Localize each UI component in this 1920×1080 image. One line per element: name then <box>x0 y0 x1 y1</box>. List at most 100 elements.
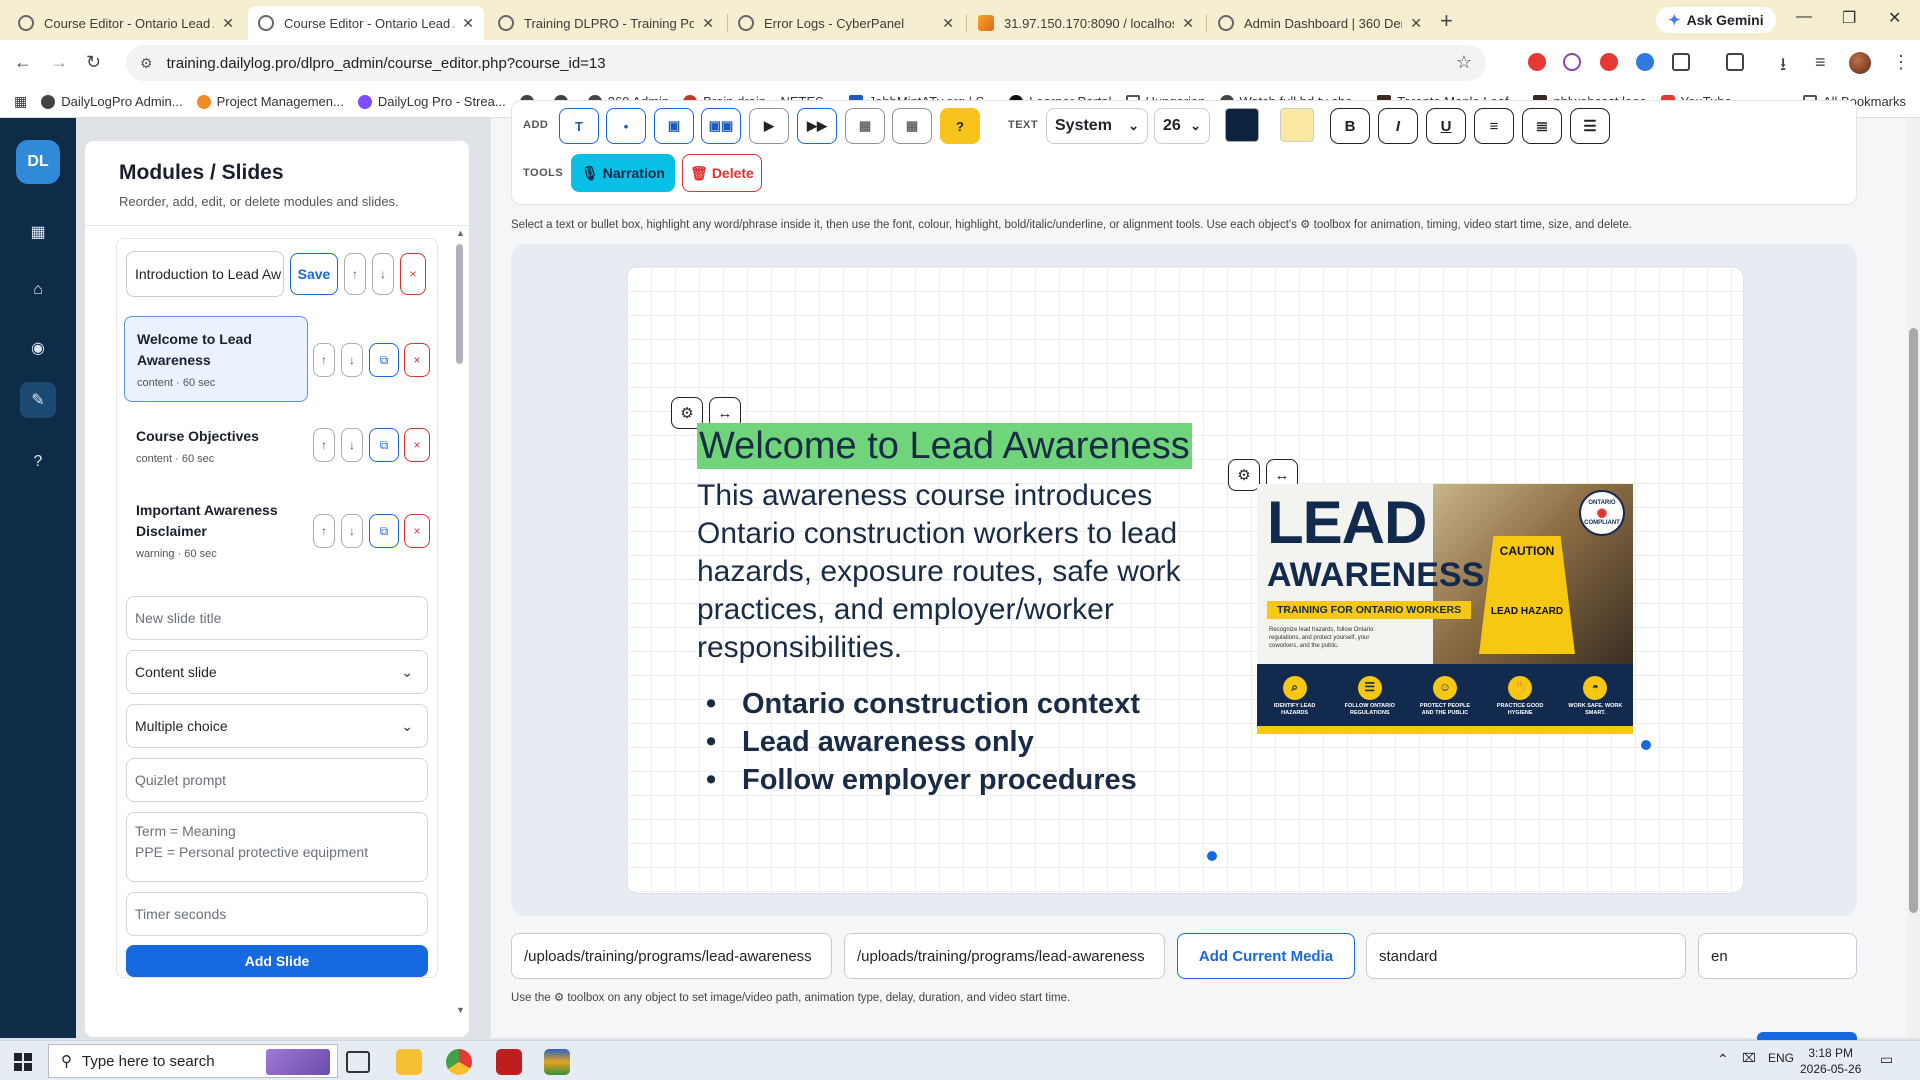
align-left-button[interactable]: ≡ <box>1474 108 1514 144</box>
quiz-type-select[interactable]: Multiple choice ⌄ <box>126 704 428 748</box>
windows-start-icon[interactable] <box>14 1053 32 1071</box>
add-slide-button[interactable]: Add Slide <box>126 945 428 977</box>
task-view-icon[interactable] <box>346 1051 370 1073</box>
address-bar[interactable]: ⚙ training.dailylog.pro/dlpro_admin/cour… <box>126 45 1486 81</box>
add-current-media-button[interactable]: Add Current Media <box>1177 933 1355 979</box>
italic-button[interactable]: I <box>1378 108 1418 144</box>
font-family-select[interactable]: System ⌄ <box>1046 108 1148 144</box>
slide-move-up-button[interactable]: ↑ <box>313 428 335 462</box>
font-size-select[interactable]: 26 ⌄ <box>1154 108 1210 144</box>
page-scrollbar[interactable] <box>1909 328 1918 913</box>
scroll-down-icon[interactable]: ▼ <box>456 1005 465 1015</box>
save-slide-button[interactable] <box>1757 1032 1857 1040</box>
highlight-color-picker[interactable] <box>1280 108 1314 142</box>
home-icon[interactable]: ⌂ <box>20 272 56 308</box>
mode-input[interactable]: standard <box>1366 933 1686 979</box>
download-icon[interactable]: ⭳ <box>1780 52 1786 82</box>
duplicate-icon[interactable]: ⧉ <box>369 514 399 548</box>
add-gallery-button[interactable]: ▣▣ <box>701 108 741 144</box>
close-icon[interactable]: ✕ <box>942 15 954 32</box>
notifications-icon[interactable]: ▭ <box>1880 1051 1893 1068</box>
module-delete-button[interactable]: × <box>400 253 426 295</box>
add-grid-button[interactable]: ▦ <box>892 108 932 144</box>
add-image-button[interactable]: ▣ <box>654 108 694 144</box>
slide-move-up-button[interactable]: ↑ <box>313 343 335 377</box>
add-video-button[interactable]: ▶ <box>749 108 789 144</box>
file-explorer-icon[interactable] <box>396 1049 422 1075</box>
opera-icon[interactable] <box>1600 53 1618 71</box>
close-icon[interactable]: ✕ <box>702 15 714 32</box>
module-name-input[interactable]: Introduction to Lead Aw <box>126 251 284 297</box>
menu-icon[interactable]: ⋮ <box>1892 52 1910 73</box>
bookmark-star-icon[interactable]: ☆ <box>1456 52 1472 73</box>
bold-button[interactable]: B <box>1330 108 1370 144</box>
chevron-up-icon[interactable]: ⌃ <box>1717 1051 1729 1068</box>
align-center-button[interactable]: ≣ <box>1522 108 1562 144</box>
bookmark-item[interactable]: Project Managemen... <box>196 94 344 109</box>
app-logo[interactable]: DL <box>16 140 60 184</box>
panel-scrollbar[interactable] <box>456 244 463 364</box>
network-icon[interactable]: ⌧ <box>1742 1051 1756 1065</box>
slide-move-up-button[interactable]: ↑ <box>313 514 335 548</box>
target-icon[interactable]: ◉ <box>20 330 56 366</box>
minimize-icon[interactable]: — <box>1796 8 1812 26</box>
lead-awareness-poster-image[interactable]: CAUTION LEAD HAZARD LEAD AWARENESS TRAIN… <box>1257 484 1633 734</box>
slide-item[interactable]: Course Objectives content · 60 sec <box>124 414 308 477</box>
slide-type-select[interactable]: Content slide ⌄ <box>126 650 428 694</box>
align-right-button[interactable]: ☰ <box>1570 108 1610 144</box>
module-move-up-button[interactable]: ↑ <box>344 253 366 295</box>
bookmark-item[interactable]: DailyLogPro Admin... <box>41 94 183 109</box>
save-module-button[interactable]: Save <box>290 253 338 295</box>
close-icon[interactable]: ✕ <box>1410 15 1422 32</box>
add-video-gallery-button[interactable]: ▶▶ <box>797 108 837 144</box>
taskbar-clock[interactable]: 3:18 PM 2026-05-26 <box>1800 1045 1861 1077</box>
extension-icon[interactable] <box>1563 53 1581 71</box>
back-icon[interactable]: ← <box>14 52 32 73</box>
browser-tab-6[interactable]: Admin Dashboard | 360 Demo A ✕ <box>1208 6 1432 40</box>
ask-gemini-button[interactable]: ✦ Ask Gemini <box>1656 7 1776 33</box>
slide-delete-button[interactable]: × <box>404 428 430 462</box>
resize-handle[interactable] <box>1641 740 1651 750</box>
delete-object-button[interactable]: 🗑 Delete <box>682 154 762 192</box>
slide-item[interactable]: Welcome to Lead Awareness content · 60 s… <box>124 316 308 402</box>
close-icon[interactable]: ✕ <box>462 15 474 32</box>
slide-title-textbox[interactable]: Welcome to Lead Awareness <box>697 423 1192 469</box>
close-icon[interactable]: ✕ <box>222 15 234 32</box>
slide-move-down-button[interactable]: ↓ <box>341 514 363 548</box>
resize-handle[interactable] <box>1207 851 1217 861</box>
media-path-input-2[interactable]: /uploads/training/programs/lead-awarenes… <box>844 933 1165 979</box>
filezilla-icon[interactable] <box>496 1049 522 1075</box>
winrar-icon[interactable] <box>544 1049 570 1075</box>
browser-tab-4[interactable]: Error Logs - CyberPanel ✕ <box>728 6 964 40</box>
browser-tab-2[interactable]: Course Editor - Ontario Lead Aw ✕ <box>248 6 484 40</box>
add-bullet-button[interactable]: • <box>606 108 646 144</box>
add-table-button[interactable]: ▦ <box>845 108 885 144</box>
new-slide-title-input[interactable]: New slide title <box>126 596 428 640</box>
media-controls-icon[interactable]: ≡ <box>1815 52 1826 73</box>
text-color-picker[interactable] <box>1225 108 1259 142</box>
narration-button[interactable]: 🎙 Narration <box>571 154 675 192</box>
apps-icon[interactable]: ▦ <box>14 93 27 110</box>
add-text-button[interactable]: T <box>559 108 599 144</box>
grid-icon[interactable]: ▦ <box>20 214 56 250</box>
scroll-up-icon[interactable]: ▲ <box>456 228 465 238</box>
timer-seconds-input[interactable]: Timer seconds <box>126 892 428 936</box>
browser-tab-1[interactable]: Course Editor - Ontario Lead Aw ✕ <box>8 6 244 40</box>
help-icon[interactable]: ? <box>20 444 56 480</box>
language-input[interactable]: en <box>1698 933 1857 979</box>
add-quiz-button[interactable]: ? <box>940 108 980 144</box>
language-indicator[interactable]: ENG <box>1768 1051 1794 1065</box>
forward-icon[interactable]: → <box>50 52 68 73</box>
profile-avatar[interactable] <box>1849 52 1871 74</box>
terms-textarea[interactable]: Term = Meaning PPE = Personal protective… <box>126 812 428 882</box>
browser-tab-5[interactable]: 31.97.150.170:8090 / localhost / ✕ <box>968 6 1204 40</box>
chrome-icon[interactable] <box>446 1049 472 1075</box>
underline-button[interactable]: U <box>1426 108 1466 144</box>
cast-icon[interactable] <box>1726 53 1744 71</box>
adblock-icon[interactable] <box>1528 53 1546 71</box>
duplicate-icon[interactable]: ⧉ <box>369 343 399 377</box>
bookmark-item[interactable]: DailyLog Pro - Strea... <box>357 94 506 109</box>
site-info-icon[interactable]: ⚙ <box>140 55 153 72</box>
quizlet-prompt-input[interactable]: Quizlet prompt <box>126 758 428 802</box>
close-icon[interactable]: ✕ <box>1182 15 1194 32</box>
